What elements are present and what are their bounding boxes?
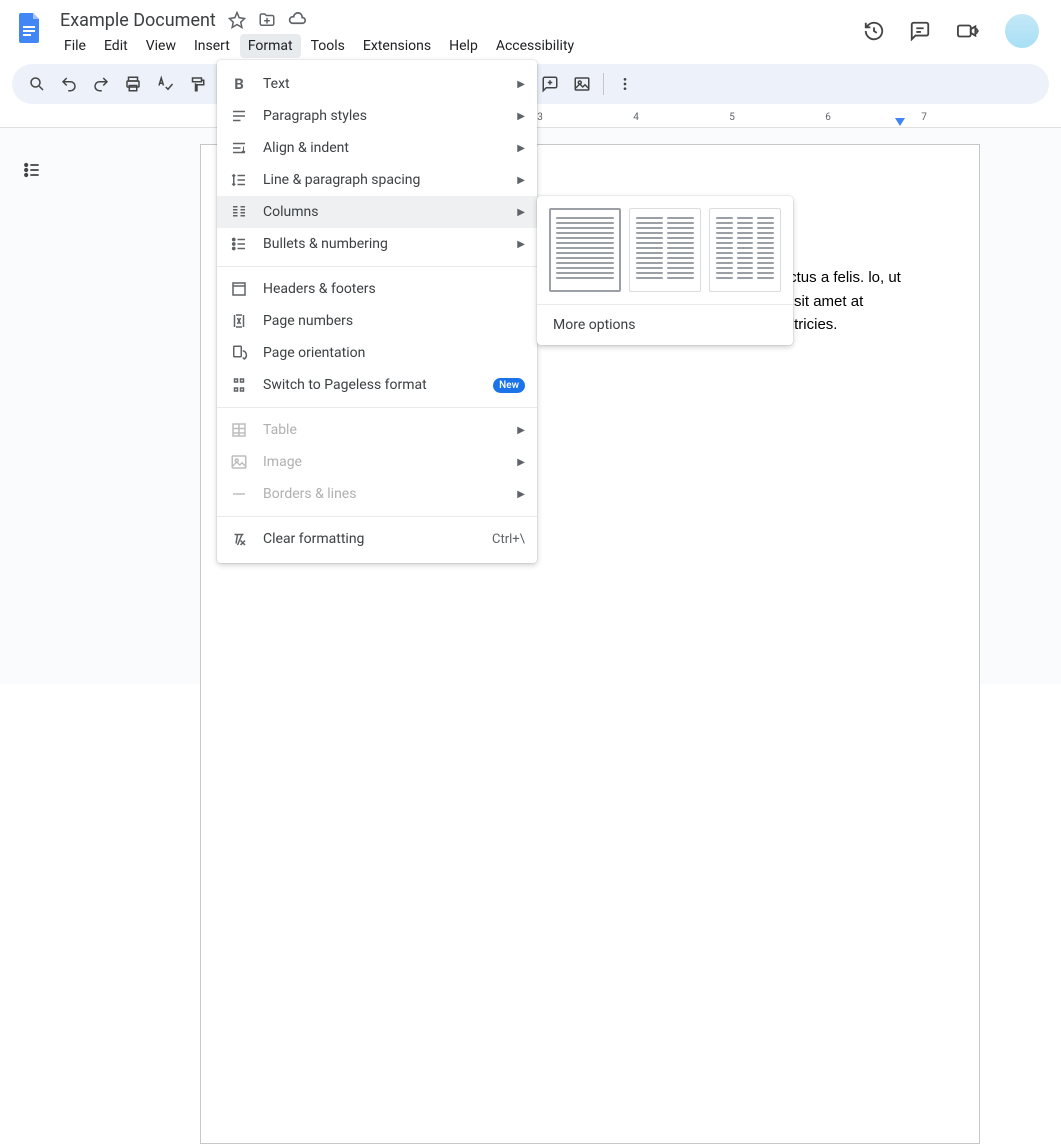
format-menu-dropdown: BText▶Paragraph styles▶Align & indent▶Li… bbox=[217, 60, 537, 563]
menu-shortcut: Ctrl+\ bbox=[492, 532, 525, 547]
ruler-number: 3 bbox=[537, 112, 543, 123]
comments-icon[interactable] bbox=[909, 20, 931, 42]
menu-insert[interactable]: Insert bbox=[186, 34, 238, 58]
search-icon[interactable] bbox=[22, 69, 52, 99]
para-styles-icon bbox=[229, 106, 249, 126]
menu-item-label: Headers & footers bbox=[263, 281, 376, 297]
ruler-number: 7 bbox=[921, 112, 927, 123]
columns-option-2[interactable] bbox=[629, 208, 701, 292]
menu-file[interactable]: File bbox=[56, 34, 94, 58]
ruler-number: 5 bbox=[729, 112, 735, 123]
menu-item-label: Table bbox=[263, 422, 297, 438]
menu-accessibility[interactable]: Accessibility bbox=[488, 34, 582, 58]
menu-item-label: Columns bbox=[263, 204, 318, 220]
submenu-arrow-icon: ▶ bbox=[517, 239, 525, 250]
print-icon[interactable] bbox=[118, 69, 148, 99]
columns-option-3[interactable] bbox=[709, 208, 781, 292]
document-title[interactable]: Example Document bbox=[56, 9, 220, 32]
menu-item-image: Image ▶ bbox=[217, 446, 537, 478]
menu-help[interactable]: Help bbox=[441, 34, 486, 58]
menu-item-page-numbers[interactable]: Page numbers bbox=[217, 305, 537, 337]
spacing-icon bbox=[229, 170, 249, 190]
docs-logo[interactable] bbox=[12, 10, 48, 46]
history-icon[interactable] bbox=[863, 20, 885, 42]
pageless-icon bbox=[229, 375, 249, 395]
align-icon bbox=[229, 138, 249, 158]
menu-separator bbox=[217, 407, 537, 408]
menu-item-text[interactable]: B Text ▶ bbox=[217, 68, 537, 100]
ruler-number: 6 bbox=[825, 112, 831, 123]
menu-format[interactable]: Format bbox=[240, 34, 301, 58]
menu-separator bbox=[217, 266, 537, 267]
add-comment-icon[interactable] bbox=[535, 69, 565, 99]
menu-item-bullets-numbering[interactable]: Bullets & numbering ▶ bbox=[217, 228, 537, 260]
headers-icon bbox=[229, 279, 249, 299]
more-toolbar-icon[interactable] bbox=[610, 69, 640, 99]
meet-icon[interactable] bbox=[955, 20, 981, 42]
menu-item-borders-lines: Borders & lines ▶ bbox=[217, 478, 537, 510]
menu-item-label: Line & paragraph spacing bbox=[263, 172, 420, 188]
menu-item-label: Clear formatting bbox=[263, 531, 364, 547]
avatar[interactable] bbox=[1005, 14, 1039, 48]
submenu-arrow-icon: ▶ bbox=[517, 207, 525, 218]
menu-item-label: Paragraph styles bbox=[263, 108, 367, 124]
menu-separator bbox=[217, 516, 537, 517]
submenu-arrow-icon: ▶ bbox=[517, 425, 525, 436]
menu-item-label: Page orientation bbox=[263, 345, 365, 361]
outline-toggle-icon[interactable] bbox=[14, 152, 50, 188]
ruler-number: 4 bbox=[633, 112, 639, 123]
menu-extensions[interactable]: Extensions bbox=[355, 34, 439, 58]
columns-icon bbox=[229, 202, 249, 222]
star-icon[interactable] bbox=[228, 11, 246, 29]
toolbar-separator bbox=[603, 73, 604, 95]
paint-format-icon[interactable] bbox=[182, 69, 212, 99]
undo-icon[interactable] bbox=[54, 69, 84, 99]
table-icon bbox=[229, 420, 249, 440]
columns-more-options[interactable]: More options bbox=[537, 305, 793, 345]
clear-icon bbox=[229, 529, 249, 549]
menu-tools[interactable]: Tools bbox=[303, 34, 353, 58]
menu-item-switch-to-pageless-format[interactable]: Switch to Pageless format New bbox=[217, 369, 537, 401]
menu-item-align-indent[interactable]: Align & indent ▶ bbox=[217, 132, 537, 164]
insert-image-icon[interactable] bbox=[567, 69, 597, 99]
menu-item-label: Switch to Pageless format bbox=[263, 377, 427, 393]
menu-item-table: Table ▶ bbox=[217, 414, 537, 446]
menu-item-label: Align & indent bbox=[263, 140, 349, 156]
menu-item-columns[interactable]: Columns ▶ bbox=[217, 196, 537, 228]
columns-option-1[interactable] bbox=[549, 208, 621, 292]
menu-item-label: Text bbox=[263, 76, 290, 92]
columns-submenu: More options bbox=[537, 196, 793, 345]
submenu-arrow-icon: ▶ bbox=[517, 79, 525, 90]
spellcheck-icon[interactable] bbox=[150, 69, 180, 99]
submenu-arrow-icon: ▶ bbox=[517, 111, 525, 122]
menu-view[interactable]: View bbox=[138, 34, 184, 58]
submenu-arrow-icon: ▶ bbox=[517, 457, 525, 468]
submenu-arrow-icon: ▶ bbox=[517, 489, 525, 500]
menu-item-page-orientation[interactable]: Page orientation bbox=[217, 337, 537, 369]
borders-icon bbox=[229, 484, 249, 504]
cloud-status-icon[interactable] bbox=[288, 10, 308, 30]
submenu-arrow-icon: ▶ bbox=[517, 175, 525, 186]
menu-item-label: Bullets & numbering bbox=[263, 236, 388, 252]
menu-item-label: Page numbers bbox=[263, 313, 353, 329]
indent-marker-icon[interactable] bbox=[895, 118, 905, 128]
image-icon bbox=[229, 452, 249, 472]
new-badge: New bbox=[493, 378, 525, 393]
submenu-arrow-icon: ▶ bbox=[517, 143, 525, 154]
menu-item-label: Borders & lines bbox=[263, 486, 356, 502]
redo-icon[interactable] bbox=[86, 69, 116, 99]
menu-item-paragraph-styles[interactable]: Paragraph styles ▶ bbox=[217, 100, 537, 132]
menu-edit[interactable]: Edit bbox=[96, 34, 136, 58]
menu-item-clear-formatting[interactable]: Clear formatting Ctrl+\ bbox=[217, 523, 537, 555]
bold-icon: B bbox=[229, 74, 249, 94]
pagenum-icon bbox=[229, 311, 249, 331]
menu-item-headers-footers[interactable]: Headers & footers bbox=[217, 273, 537, 305]
menubar: FileEditViewInsertFormatToolsExtensionsH… bbox=[56, 34, 863, 58]
move-icon[interactable] bbox=[258, 11, 276, 29]
menu-item-label: Image bbox=[263, 454, 302, 470]
bullets-icon bbox=[229, 234, 249, 254]
menu-item-line-paragraph-spacing[interactable]: Line & paragraph spacing ▶ bbox=[217, 164, 537, 196]
orientation-icon bbox=[229, 343, 249, 363]
